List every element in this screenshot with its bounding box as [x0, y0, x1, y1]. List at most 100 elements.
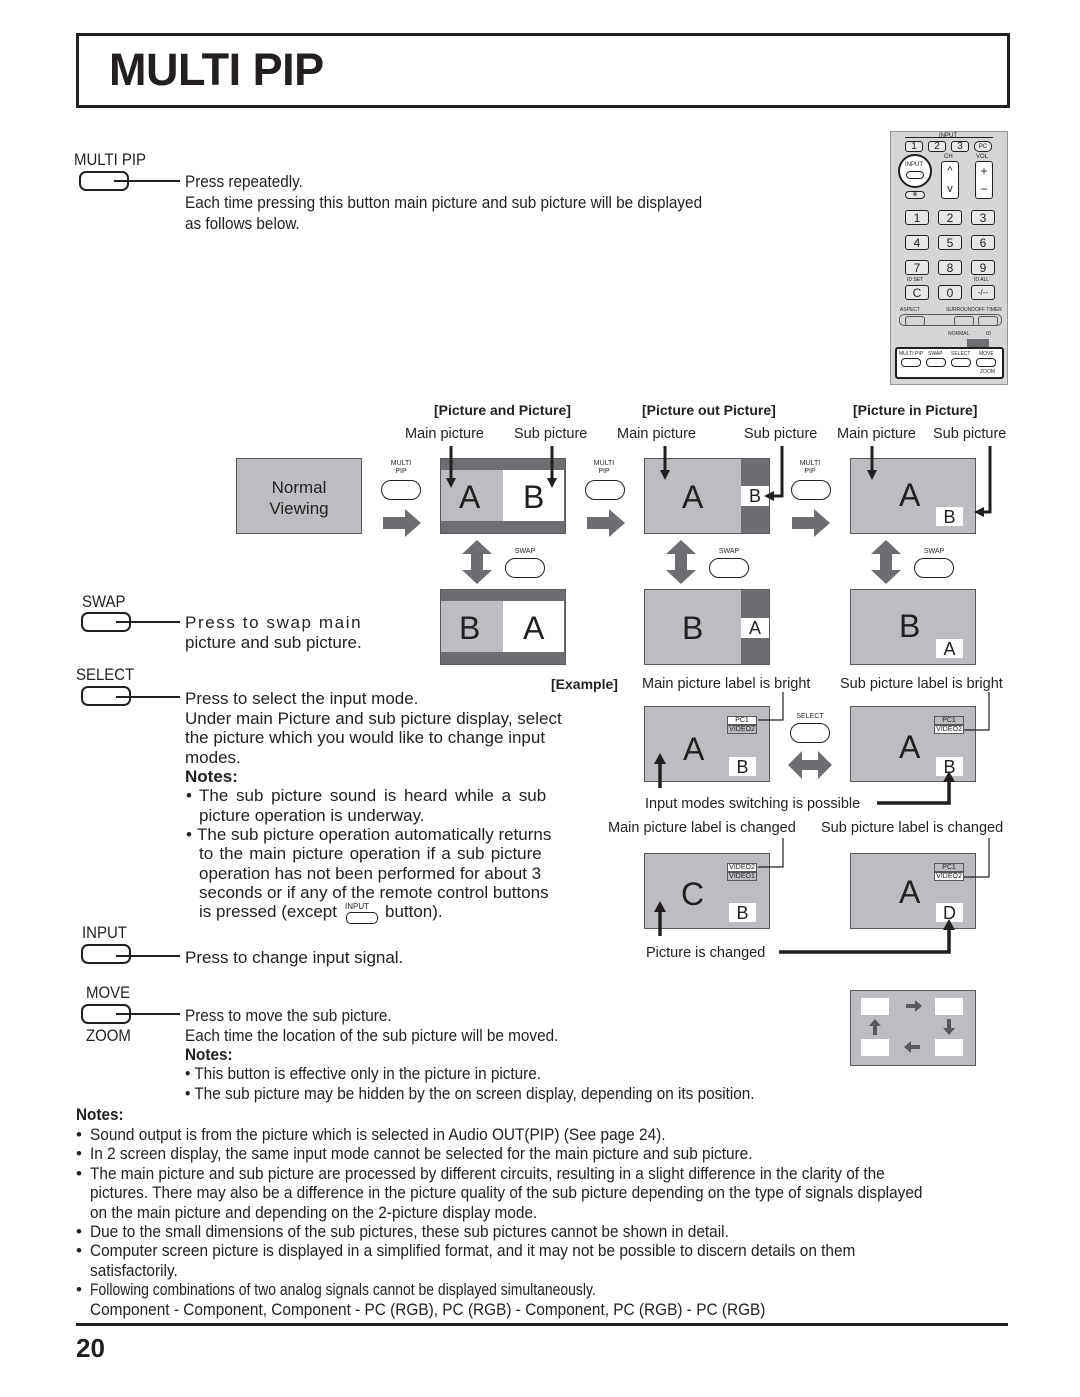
general-note-line: Following combinations of two analog sig… — [90, 1280, 596, 1300]
pap-screen-bottom: B A — [440, 589, 566, 665]
remote-vol-label: VOL — [976, 154, 989, 160]
leader-line — [116, 1013, 180, 1015]
select-note-2-line-1: The sub picture operation automatically … — [197, 825, 552, 844]
leader-line — [116, 955, 180, 957]
swap-key-icon — [505, 558, 545, 578]
remote-key-pc: PC — [974, 141, 992, 152]
general-note-line: In 2 screen display, the same input mode… — [90, 1144, 753, 1164]
general-notes-heading: Notes: — [76, 1105, 124, 1124]
select-line-4: modes. — [185, 748, 241, 767]
general-note-line: pictures. There may also be a difference… — [90, 1183, 923, 1203]
move-note-1-text: This button is effective only in the pic… — [194, 1064, 542, 1083]
note-bullet: • — [76, 1222, 82, 1241]
pap-main-letter-swapped: B — [459, 610, 481, 646]
remote-function-row — [899, 314, 1002, 326]
normal-viewing-screen: Normal Viewing — [236, 458, 362, 534]
remote-ch-down: v — [947, 183, 953, 195]
note-bullet: • — [76, 1125, 82, 1144]
select-line-1: Press to select the input mode. — [185, 689, 419, 708]
remote-off-timer-label: OFF TIMER — [975, 307, 1002, 313]
swap-key-label: SWAP — [718, 548, 740, 555]
move-note-2-text: The sub picture may be hidden by the on … — [194, 1084, 755, 1103]
remote-num-key: 4 — [905, 235, 929, 250]
select-line-3: the picture which you would like to chan… — [185, 728, 546, 747]
select-line-2: Under main Picture and sub picture displ… — [185, 709, 562, 728]
move-line-2: Each time the location of the sub pictur… — [185, 1026, 559, 1045]
arrow-down-icon — [943, 1019, 955, 1035]
sub-position-bottom-left — [861, 1039, 889, 1056]
remote-id-label: ID — [986, 331, 991, 337]
note-bullet: • — [76, 1163, 82, 1183]
select-note-1-bullet: • — [186, 786, 192, 805]
general-note-line: on the main picture and depending on the… — [90, 1202, 538, 1222]
general-note-line: Computer screen picture is displayed in … — [90, 1241, 856, 1261]
updown-arrow-icon — [871, 540, 901, 584]
remote-input-key-label: INPUT — [905, 162, 923, 168]
swap-line-2: picture and sub picture. — [185, 633, 362, 652]
select-note-2-line-5: is pressed (except — [199, 902, 337, 921]
pointer-arrows — [446, 446, 992, 517]
select-note-1-line-2: picture operation is underway. — [199, 806, 425, 825]
select-note-2-bullet: • — [186, 825, 192, 844]
move-note-2: • The sub picture may be hidden by the o… — [185, 1084, 755, 1103]
pop-screen-bottom: A B — [644, 589, 770, 665]
general-note-line: Sound output is from the picture which i… — [90, 1125, 666, 1144]
select-button-label: SELECT — [76, 665, 135, 684]
remote-vol-minus: − — [980, 182, 988, 196]
footer-rule — [76, 1323, 1008, 1326]
remote-num-key: -/-- — [971, 285, 995, 300]
arrow-right-icon — [906, 1000, 922, 1012]
remote-label-select: SELECT — [951, 351, 971, 357]
multi-pip-line-3: as follows below. — [185, 214, 300, 233]
move-note-1: • This button is effective only in the p… — [185, 1064, 542, 1083]
inline-input-key-label: INPUT — [345, 902, 369, 911]
select-notes-heading: Notes: — [185, 767, 238, 786]
move-line-1: Press to move the sub picture. — [185, 1006, 392, 1025]
move-positions-diagram — [850, 990, 976, 1066]
remote-label-multi-pip: MULTI PIP — [899, 351, 924, 357]
remote-input-highlight: INPUT — [898, 154, 932, 188]
remote-surround-label: SURROUND — [946, 307, 975, 313]
remote-num-key: 3 — [971, 210, 995, 225]
remote-ch-rocker: ^ v — [941, 161, 959, 199]
arrow-up-icon — [869, 1019, 881, 1035]
remote-num-key: 5 — [938, 235, 962, 250]
pop-sub-letter-swapped: A — [741, 618, 769, 638]
remote-input-key — [906, 171, 924, 179]
sub-position-bottom-right — [935, 1039, 963, 1056]
swap-key-icon — [914, 558, 954, 578]
input-line-1: Press to change input signal. — [185, 948, 404, 967]
remote-aspect-label: ASPECT — [900, 307, 921, 313]
select-note-2-line-6: button). — [385, 902, 443, 921]
remote-num-key: 1 — [905, 210, 929, 225]
remote-normal-label: NORMAL — [948, 331, 970, 337]
multi-pip-line-2: Each time pressing this button main pict… — [185, 193, 703, 212]
remote-label-swap: SWAP — [928, 351, 943, 357]
remote-ch-label: CH — [944, 154, 953, 160]
pip-screen-bottom: B A — [850, 589, 976, 665]
input-button-icon — [81, 944, 131, 964]
updown-arrow-icon — [462, 540, 492, 584]
sub-position-top-left — [861, 998, 889, 1015]
page-title-box: MULTI PIP — [76, 33, 1010, 108]
remote-num-key: 8 — [938, 260, 962, 275]
general-note-line: satisfactorily. — [90, 1260, 178, 1280]
normal-viewing-line-2: Viewing — [269, 499, 329, 518]
remote-control-illustration: INPUT 1 2 3 PC INPUT CH VOL ^ v + − ⊗ 12… — [890, 131, 1008, 385]
swap-key-icon — [709, 558, 749, 578]
note-bullet: • — [76, 1241, 82, 1261]
mode-title-picture-in-picture: [Picture in Picture] — [853, 402, 978, 418]
pop-main-letter-swapped: B — [682, 610, 704, 646]
input-button-label: INPUT — [82, 923, 127, 942]
general-note-line: The main picture and sub picture are pro… — [90, 1163, 885, 1183]
remote-num-key: 0 — [938, 285, 962, 300]
remote-num-key: 2 — [938, 210, 962, 225]
remote-ch-up: ^ — [947, 165, 953, 177]
note-bullet: • — [76, 1280, 82, 1300]
updown-arrow-icon — [666, 540, 696, 584]
remote-key-input-3: 3 — [951, 141, 969, 152]
page-title: MULTI PIP — [109, 44, 324, 95]
inline-input-key-icon — [346, 912, 378, 924]
page-number: 20 — [76, 1333, 105, 1363]
example-connectors — [654, 692, 990, 954]
